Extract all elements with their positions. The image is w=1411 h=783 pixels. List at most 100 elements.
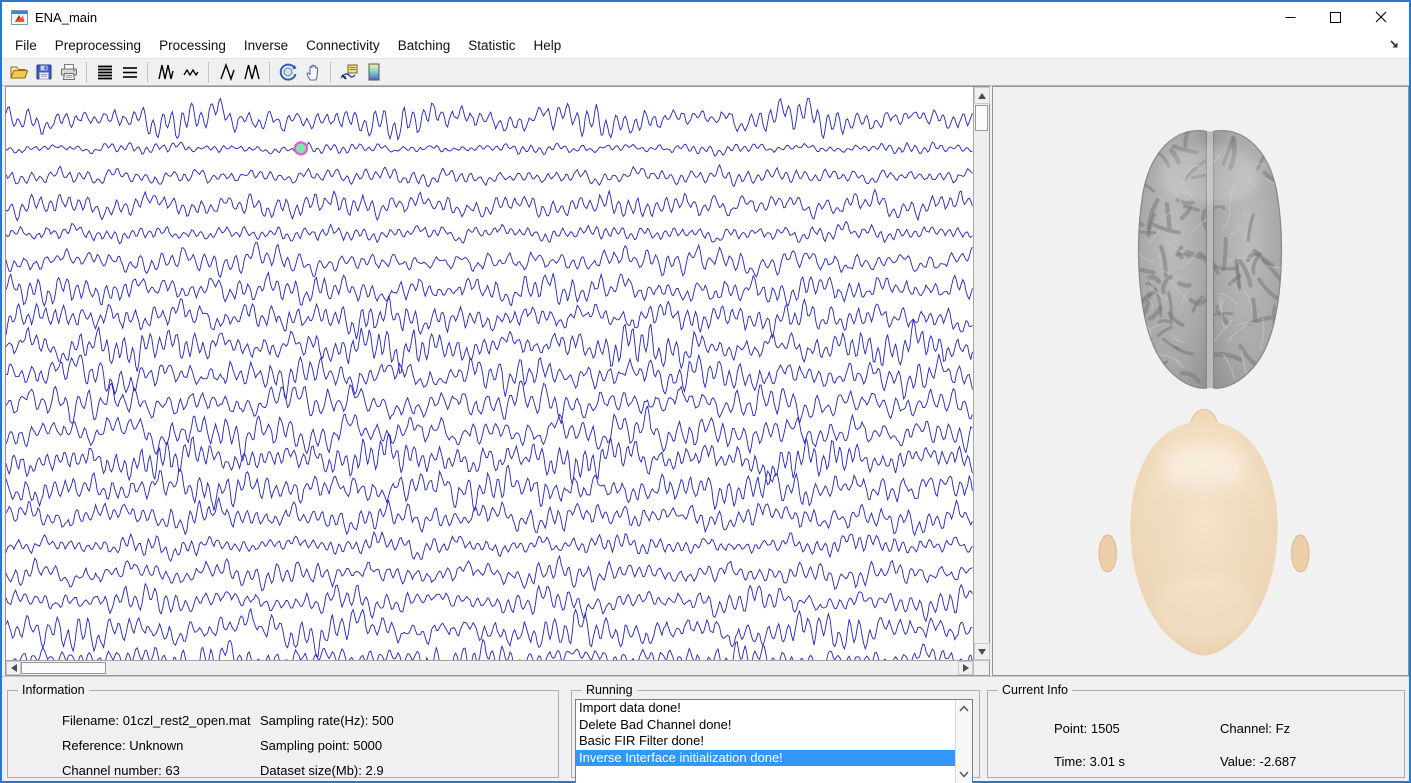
time-expand-icon — [218, 63, 236, 81]
channel-value: Channel: Fz — [1220, 721, 1290, 736]
arrow-left-icon — [11, 664, 17, 672]
eeg-trace-plot[interactable] — [6, 87, 973, 660]
close-button[interactable] — [1358, 2, 1403, 32]
amplitude-increase-button[interactable] — [153, 60, 178, 84]
main-area — [2, 86, 1409, 676]
eeg-channel-trace — [6, 381, 972, 424]
eeg-channel-trace — [6, 221, 972, 243]
dock-figure-icon[interactable] — [1388, 38, 1401, 51]
vertical-scroll-thumb[interactable] — [975, 105, 988, 131]
time-compress-icon — [243, 63, 261, 81]
time-expand-button[interactable] — [214, 60, 239, 84]
brain-sulcus — [1224, 239, 1226, 269]
value-value: Value: -2.687 — [1220, 754, 1296, 769]
running-list-item[interactable]: Delete Bad Channel done! — [576, 717, 955, 734]
eeg-channel-trace — [6, 165, 972, 187]
channels-dense-icon — [96, 63, 114, 81]
menu-batching[interactable]: Batching — [389, 34, 460, 57]
channel-number-value: Channel number: 63 — [62, 763, 180, 778]
eeg-channel-trace — [6, 498, 972, 535]
running-listbox[interactable]: Import data done! Delete Bad Channel don… — [575, 699, 973, 783]
information-title: Information — [18, 683, 89, 697]
running-list-scrollbar[interactable] — [955, 700, 972, 783]
right-ear — [1292, 535, 1310, 572]
eeg-channel-trace — [6, 640, 972, 661]
maximize-icon — [1330, 12, 1341, 23]
3d-view-panel — [992, 86, 1409, 676]
save-button[interactable] — [31, 60, 56, 84]
running-title: Running — [582, 683, 637, 697]
bottom-panels: Information Filename: 01czl_rest2_open.m… — [2, 676, 1409, 781]
amplitude-increase-icon — [157, 63, 175, 81]
maximize-button[interactable] — [1313, 2, 1358, 32]
colormap-icon — [365, 62, 383, 82]
arrow-down-icon — [978, 649, 986, 655]
time-compress-button[interactable] — [239, 60, 264, 84]
brain-sulcus — [1119, 303, 1141, 305]
amplitude-decrease-button[interactable] — [178, 60, 203, 84]
toolbar-separator — [330, 62, 331, 83]
scrollbar-corner — [973, 660, 989, 675]
menu-file[interactable]: File — [6, 34, 46, 57]
minimize-button[interactable] — [1268, 2, 1313, 32]
brain-sulcus — [1119, 194, 1141, 204]
current-info-title: Current Info — [998, 683, 1072, 697]
eeg-traces — [6, 87, 973, 660]
scroll-right-button[interactable] — [958, 661, 973, 675]
dataset-size-value: Dataset size(Mb): 2.9 — [260, 763, 384, 778]
scalp-top-view[interactable] — [1097, 407, 1311, 661]
colormap-button[interactable] — [361, 60, 386, 84]
eeg-channel-trace — [6, 142, 972, 156]
eeg-channel-trace — [6, 466, 972, 511]
running-panel: Running Import data done! Delete Bad Cha… — [571, 683, 980, 778]
running-list-item-selected[interactable]: Inverse Interface initialization done! — [576, 750, 955, 767]
brain-sulcus — [1253, 299, 1255, 320]
scroll-left-button[interactable] — [6, 661, 21, 675]
running-list-item[interactable]: Basic FIR Filter done! — [576, 733, 955, 750]
menu-inverse[interactable]: Inverse — [235, 34, 297, 57]
rotate-3d-button[interactable] — [275, 60, 300, 84]
brain-sulcus — [1285, 252, 1294, 281]
eeg-channel-trace — [6, 243, 972, 278]
minimize-icon — [1285, 12, 1296, 23]
sampling-point-value: Sampling point: 5000 — [260, 738, 382, 753]
eeg-channel-trace — [6, 296, 972, 339]
print-button[interactable] — [56, 60, 81, 84]
save-icon — [35, 63, 53, 81]
eeg-channel-trace — [6, 190, 972, 221]
eeg-vertical-scrollbar[interactable] — [973, 87, 989, 660]
running-list-item[interactable]: Import data done! — [576, 700, 955, 717]
scroll-down-button[interactable] — [974, 643, 990, 660]
menu-help[interactable]: Help — [525, 34, 571, 57]
chevron-down-icon[interactable] — [958, 768, 970, 780]
eeg-channel-trace — [6, 609, 972, 657]
open-button[interactable] — [6, 60, 31, 84]
amplitude-decrease-icon — [182, 63, 200, 81]
close-icon — [1375, 11, 1387, 23]
event-mark-button[interactable] — [336, 60, 361, 84]
menu-statistic[interactable]: Statistic — [459, 34, 524, 57]
eeg-channel-trace — [6, 354, 972, 399]
eeg-channel-trace — [6, 532, 972, 561]
brain-sulcus — [1119, 317, 1142, 324]
eeg-channel-trace — [6, 584, 972, 622]
scroll-up-button[interactable] — [974, 87, 990, 104]
eeg-channel-trace — [6, 98, 972, 139]
current-point-marker — [295, 142, 307, 154]
eeg-horizontal-scrollbar[interactable] — [6, 660, 973, 675]
filename-value: Filename: 01czl_rest2_open.mat — [62, 713, 251, 728]
brain-sulcus — [1138, 232, 1155, 233]
menu-connectivity[interactable]: Connectivity — [297, 34, 389, 57]
pan-button[interactable] — [300, 60, 325, 84]
eeg-panel — [5, 86, 990, 676]
chevron-up-icon[interactable] — [958, 703, 970, 715]
rotate-3d-icon — [278, 62, 298, 82]
point-value: Point: 1505 — [1054, 721, 1120, 736]
brain-top-view[interactable] — [1119, 111, 1301, 403]
menu-processing[interactable]: Processing — [150, 34, 235, 57]
channels-sparse-button[interactable] — [117, 60, 142, 84]
menu-preprocessing[interactable]: Preprocessing — [46, 34, 150, 57]
channels-dense-button[interactable] — [92, 60, 117, 84]
sampling-rate-value: Sampling rate(Hz): 500 — [260, 713, 394, 728]
horizontal-scroll-thumb[interactable] — [21, 662, 106, 674]
